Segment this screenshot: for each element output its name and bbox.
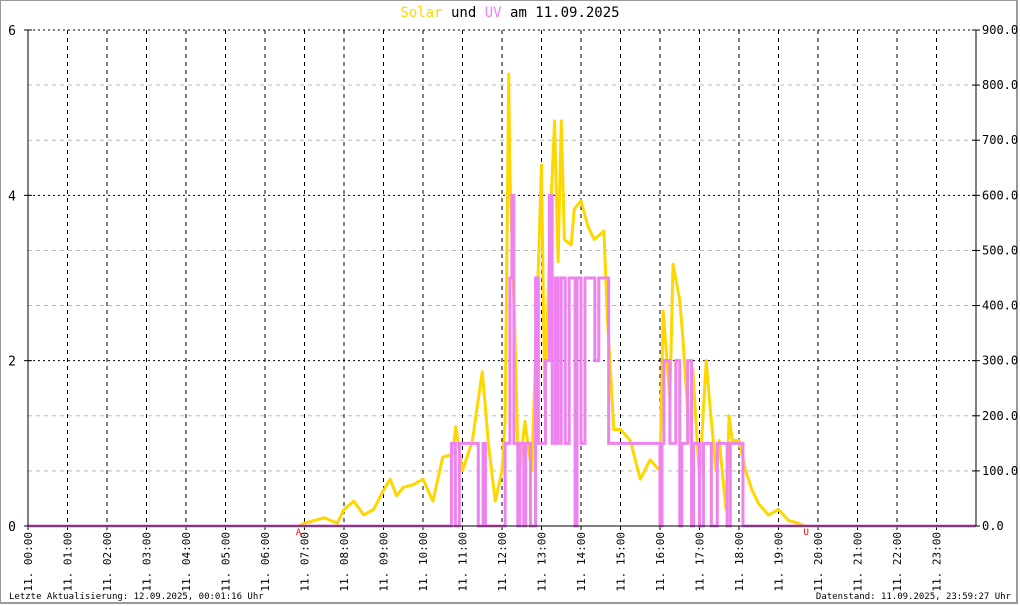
right-tick-label: 700.0: [982, 133, 1018, 147]
right-tick-label: 400.0: [982, 299, 1018, 313]
footer-last-update: Letzte Aktualisierung: 12.09.2025, 00:01…: [9, 592, 264, 602]
right-tick-label: 100.0: [982, 464, 1018, 478]
x-tick-label: 11. 22:00: [891, 532, 904, 592]
x-tick-label: 11. 14:00: [575, 532, 588, 592]
x-tick-label: 11. 08:00: [338, 532, 351, 592]
left-tick-label: 0: [8, 520, 16, 535]
right-tick-label: 900.0: [982, 23, 1018, 37]
right-tick-label: 600.0: [982, 188, 1018, 202]
sun-marker-a: A: [296, 528, 302, 538]
right-tick-label: 500.0: [982, 243, 1018, 257]
x-tick-label: 11. 06:00: [259, 532, 272, 592]
x-tick-label: 11. 10:00: [417, 532, 430, 592]
x-tick-label: 11. 23:00: [931, 532, 944, 592]
x-tick-label: 11. 04:00: [180, 532, 193, 592]
x-tick-label: 11. 03:00: [141, 532, 154, 592]
right-tick-label: 200.0: [982, 409, 1018, 423]
solar-series-line: [28, 72, 976, 528]
x-tick-label: 11. 20:00: [812, 532, 825, 592]
chart-container: Solar und UV am 11.09.2025 0.0 100.0 200.0…: [0, 0, 1020, 606]
x-tick-label: 11. 00:00: [22, 532, 35, 592]
x-tick-label: 11. 17:00: [694, 532, 707, 592]
right-tick-label: 300.0: [982, 354, 1018, 368]
x-tick-label: 11. 07:00: [299, 532, 312, 592]
x-tick-label: 11. 12:00: [496, 532, 509, 592]
x-tick-label: 11. 13:00: [536, 532, 549, 592]
right-tick-label: 800.0: [982, 78, 1018, 92]
x-tick-label: 11. 05:00: [220, 532, 233, 592]
x-tick-label: 11. 09:00: [378, 532, 391, 592]
footer-data-status: Datenstand: 11.09.2025, 23:59:27 Uhr: [815, 592, 1011, 602]
right-tick-label: 0.0: [982, 519, 1004, 533]
x-tick-label: 11. 16:00: [654, 532, 667, 592]
x-tick-label: 11. 15:00: [615, 532, 628, 592]
x-tick-label: 11. 19:00: [773, 532, 786, 592]
x-tick-label: 11. 01:00: [62, 532, 75, 592]
x-tick-label: 11. 21:00: [852, 532, 865, 592]
sun-marker-u: U: [803, 528, 808, 538]
left-tick-label: 2: [8, 355, 16, 370]
x-tick-label: 11. 18:00: [733, 532, 746, 592]
chart-plot: 0.0 100.0 200.0 300.0 400.0 500.0 600.0 700.0 80…: [8, 23, 1018, 592]
x-tick-label: 11. 02:00: [101, 532, 114, 592]
x-tick-label: 11. 11:00: [457, 532, 470, 592]
left-tick-label: 4: [8, 189, 16, 204]
left-tick-label: 6: [8, 24, 16, 39]
